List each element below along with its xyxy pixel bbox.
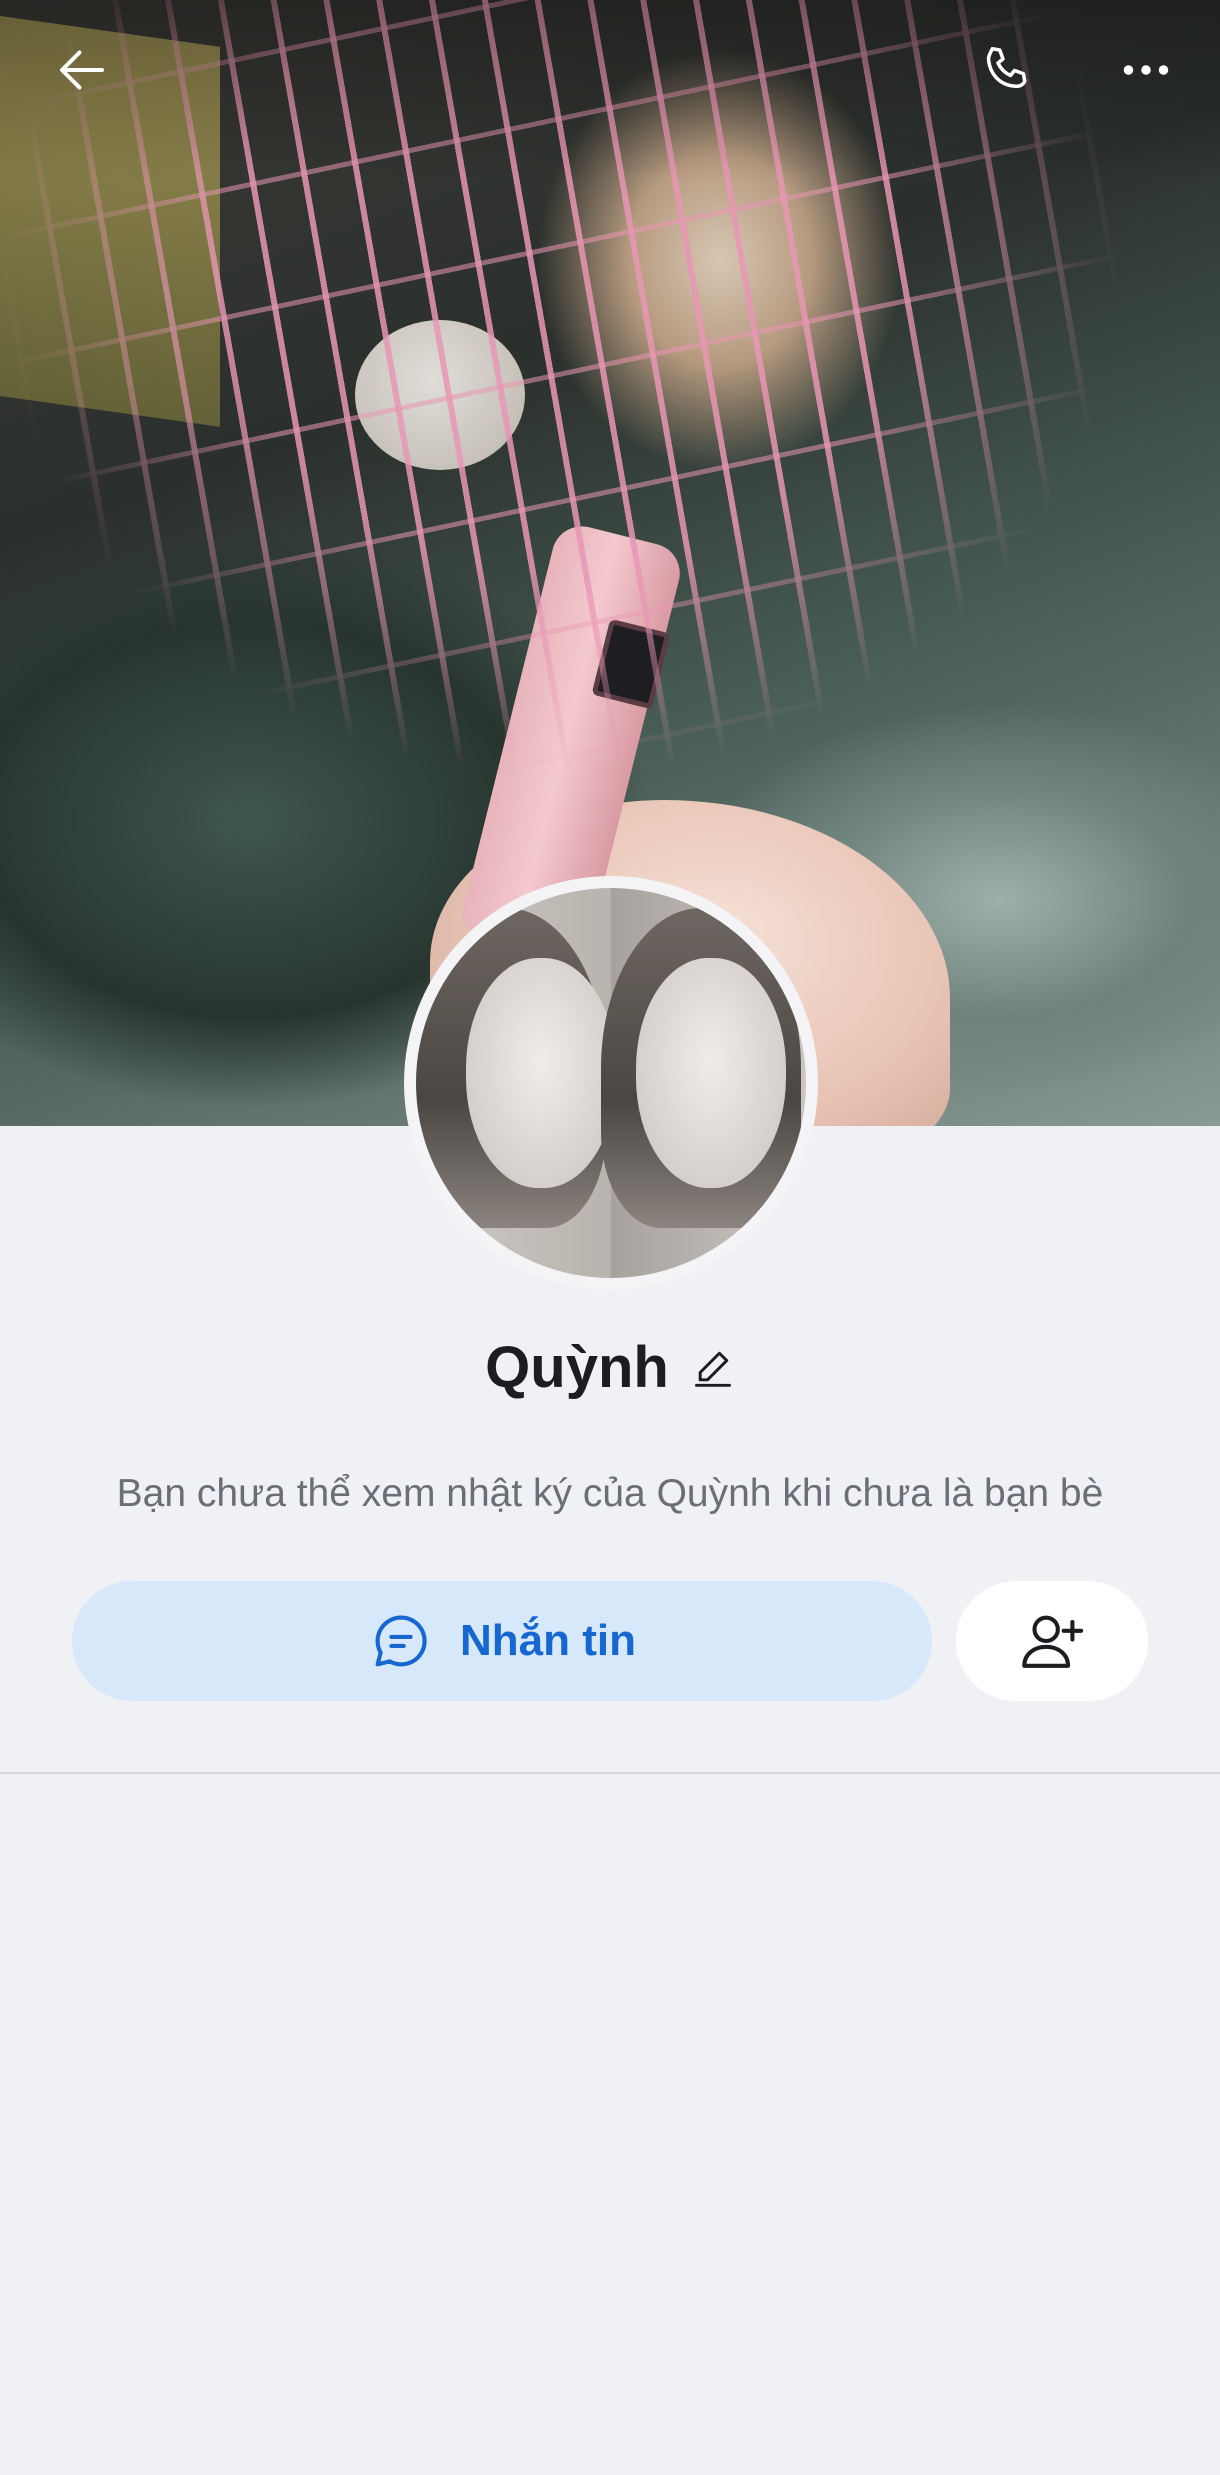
section-divider bbox=[0, 1772, 1220, 1774]
more-dots-icon bbox=[1123, 65, 1169, 75]
message-button[interactable]: Nhắn tin bbox=[72, 1581, 932, 1701]
avatar-face-right bbox=[636, 958, 786, 1188]
profile-screen: Quỳnh Bạn chưa thể xem nhật ký của Quỳnh… bbox=[0, 0, 1220, 2475]
more-button[interactable] bbox=[1106, 30, 1186, 110]
back-arrow-icon bbox=[60, 50, 104, 90]
profile-name: Quỳnh bbox=[485, 1334, 669, 1400]
avatar-face-left bbox=[466, 958, 616, 1188]
back-button[interactable] bbox=[42, 30, 122, 110]
add-friend-button[interactable] bbox=[956, 1581, 1148, 1701]
avatar-image bbox=[416, 888, 806, 1278]
chat-bubble-icon bbox=[375, 1615, 427, 1667]
privacy-note: Bạn chưa thể xem nhật ký của Quỳnh khi c… bbox=[116, 1472, 1104, 1515]
call-button[interactable] bbox=[966, 30, 1046, 110]
name-row: Quỳnh bbox=[0, 1322, 1220, 1412]
add-friend-icon bbox=[1022, 1615, 1084, 1668]
phone-icon bbox=[986, 47, 1027, 88]
edit-pencil-icon[interactable] bbox=[691, 1345, 735, 1389]
message-button-label: Nhắn tin bbox=[460, 1616, 636, 1665]
avatar[interactable] bbox=[404, 876, 818, 1290]
